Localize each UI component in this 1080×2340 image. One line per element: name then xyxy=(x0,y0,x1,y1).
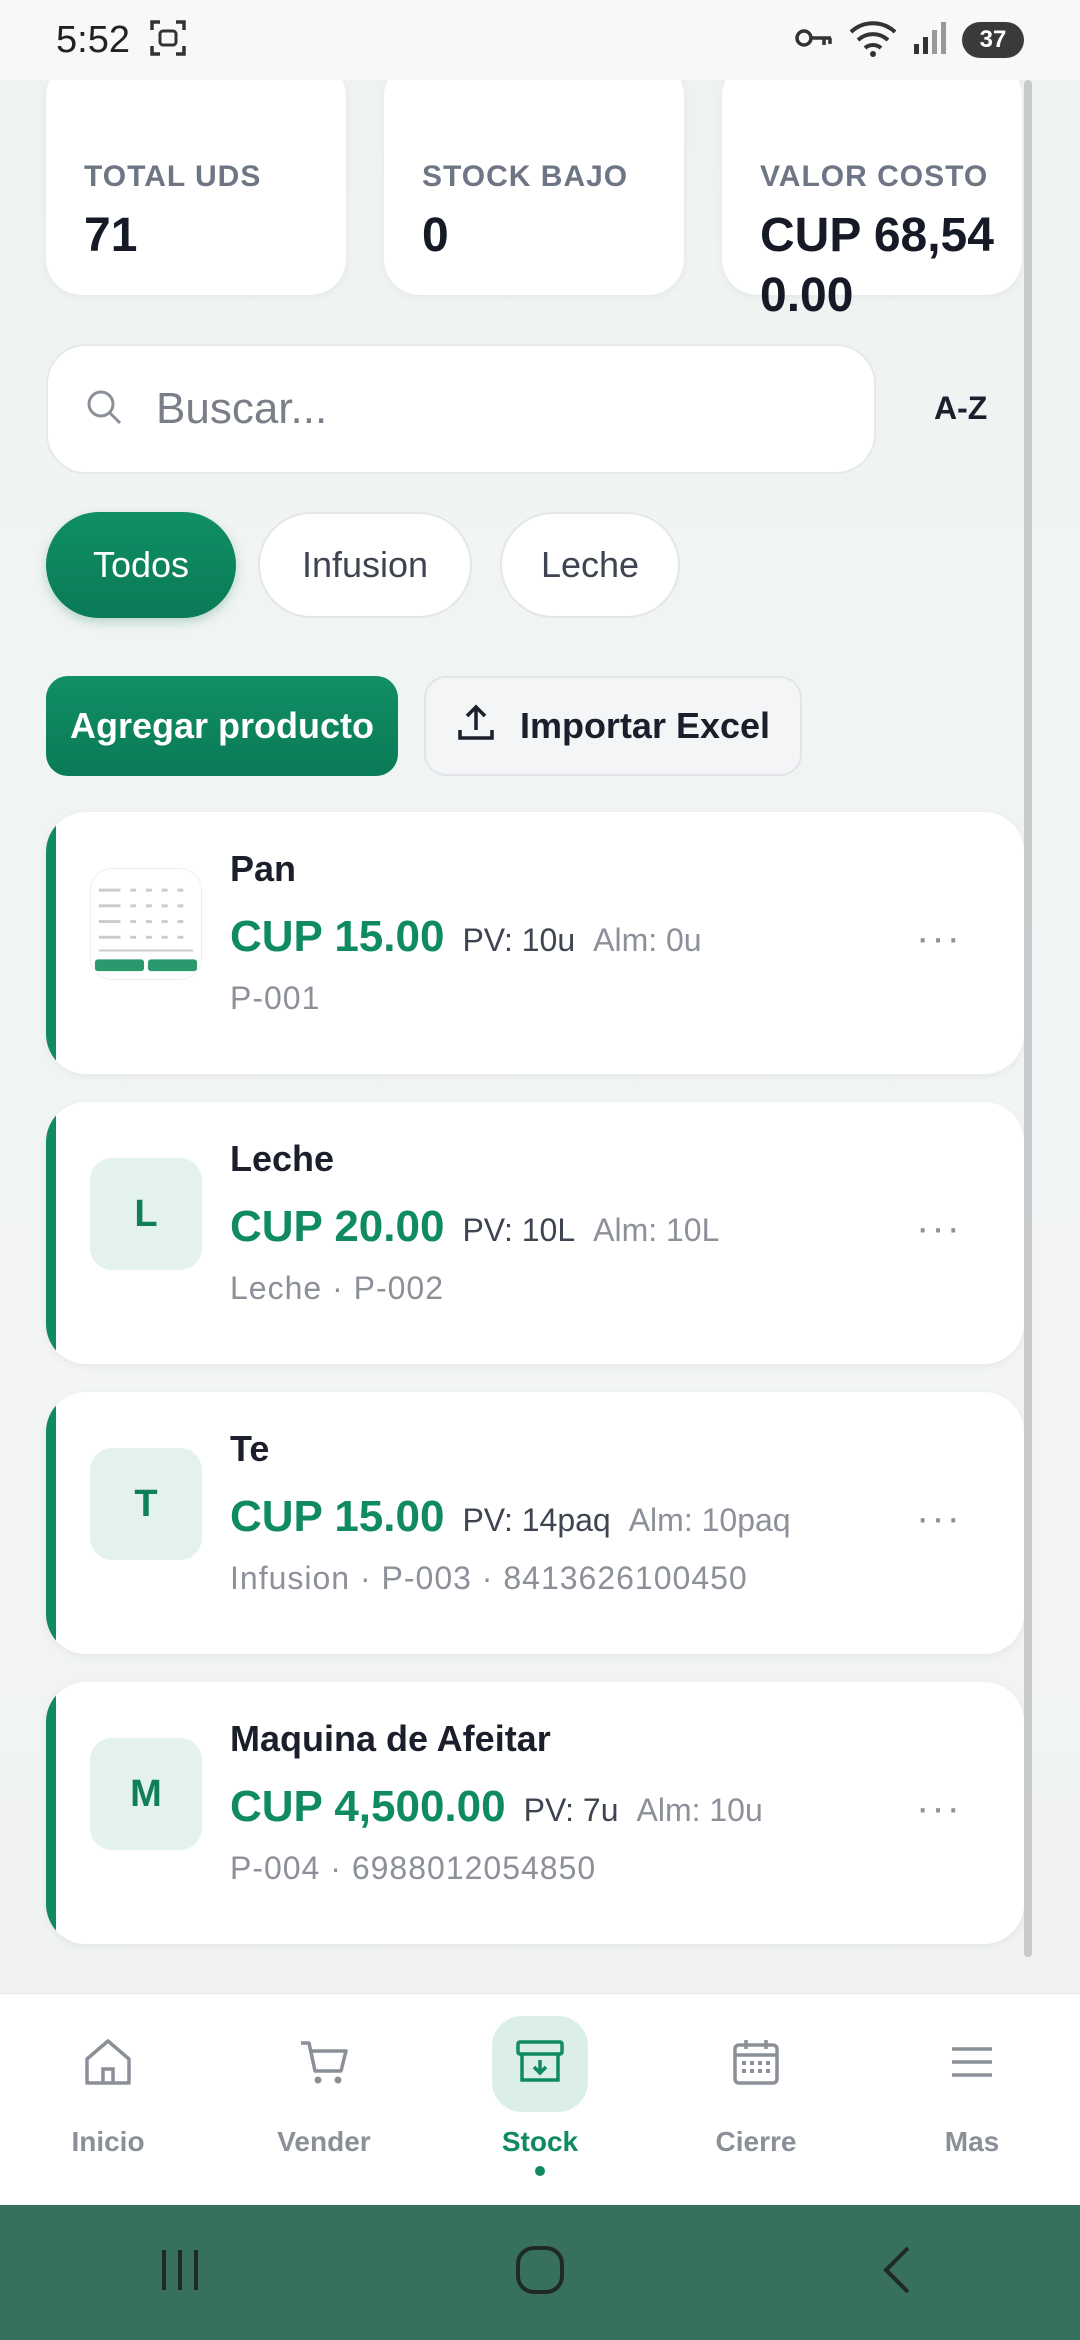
stat-card-total-units: TOTAL UDS 71 xyxy=(46,80,346,295)
nav-item-mas[interactable]: Mas xyxy=(897,2016,1047,2196)
import-excel-label: Importar Excel xyxy=(519,705,771,746)
search-input[interactable] xyxy=(156,384,836,434)
product-initial-avatar: M xyxy=(90,1738,202,1850)
status-time: 5:52 xyxy=(56,18,130,61)
more-options-icon[interactable]: ··· xyxy=(916,1206,962,1251)
stat-value: 71 xyxy=(84,209,138,262)
nav-label: Cierre xyxy=(715,2126,797,2157)
screenshot-icon xyxy=(148,18,188,63)
product-alm: Alm: 0u xyxy=(593,922,702,958)
product-alm: Alm: 10u xyxy=(636,1792,763,1828)
product-card-te[interactable]: T Te CUP 15.00 PV: 14paq Alm: 10paq Infu… xyxy=(46,1392,1024,1654)
stat-card-cost-value: VALOR COSTO CUP 68,540.00 xyxy=(722,80,1022,322)
product-meta: P-004 · 6988012054850 xyxy=(230,1850,597,1886)
product-meta: Infusion · P-003 · 8413626100450 xyxy=(230,1560,748,1596)
archive-icon xyxy=(513,2035,567,2094)
product-alm: Alm: 10L xyxy=(593,1212,720,1248)
more-options-icon[interactable]: ··· xyxy=(916,1496,962,1541)
product-name: Pan xyxy=(230,848,297,889)
product-name: Te xyxy=(230,1428,270,1469)
product-initial-avatar: T xyxy=(90,1448,202,1560)
stat-label: TOTAL UDS xyxy=(84,160,262,193)
product-card-pan[interactable]: Pan CUP 15.00 PV: 10u Alm: 0u P-001 ··· xyxy=(46,812,1024,1074)
product-pv: PV: 14paq xyxy=(462,1502,611,1538)
scrollbar[interactable] xyxy=(1024,80,1032,1957)
product-name: Maquina de Afeitar xyxy=(230,1718,551,1759)
add-product-button[interactable]: Agregar producto xyxy=(46,676,398,776)
back-icon[interactable] xyxy=(870,2240,930,2305)
wifi-icon xyxy=(848,18,898,63)
import-excel-button[interactable]: Importar Excel xyxy=(424,676,802,776)
vpn-key-icon xyxy=(794,23,834,58)
active-indicator-dot xyxy=(535,2166,545,2176)
menu-icon xyxy=(945,2035,999,2094)
filter-chip-infusion[interactable]: Infusion xyxy=(258,512,472,618)
stock-content: TOTAL UDS 71 STOCK BAJO 0 VALOR COSTO CU… xyxy=(0,80,1080,1990)
sort-az-button[interactable]: A-Z xyxy=(934,390,987,427)
nav-item-cierre[interactable]: Cierre xyxy=(681,2016,831,2196)
filter-chip-todos[interactable]: Todos xyxy=(46,512,236,618)
home-button-icon[interactable] xyxy=(510,2240,570,2305)
status-bar: 5:52 37 xyxy=(0,0,1080,80)
cart-icon xyxy=(297,2035,351,2094)
product-pv: PV: 10L xyxy=(462,1212,576,1248)
nav-label: Vender xyxy=(277,2126,371,2157)
product-price: CUP 20.00 xyxy=(230,1202,445,1251)
nav-item-vender[interactable]: Vender xyxy=(249,2016,399,2196)
product-meta: P-001 xyxy=(230,980,321,1016)
stat-value: 0 xyxy=(422,209,449,262)
bottom-navigation: Inicio Vender Stock Cierre Mas xyxy=(0,1993,1080,2205)
product-initial-avatar: L xyxy=(90,1158,202,1270)
product-price: CUP 15.00 xyxy=(230,912,445,961)
product-meta: Leche · P-002 xyxy=(230,1270,445,1306)
filter-chip-leche[interactable]: Leche xyxy=(500,512,680,618)
battery-indicator: 37 xyxy=(962,22,1024,58)
nav-label: Mas xyxy=(944,2126,1000,2157)
nav-label: Stock xyxy=(501,2126,579,2157)
product-card-maquina-de-afeitar[interactable]: M Maquina de Afeitar CUP 4,500.00 PV: 7u… xyxy=(46,1682,1024,1944)
product-card-leche[interactable]: L Leche CUP 20.00 PV: 10L Alm: 10L Leche… xyxy=(46,1102,1024,1364)
calendar-icon xyxy=(729,2035,783,2094)
product-price: CUP 15.00 xyxy=(230,1492,445,1541)
product-alm: Alm: 10paq xyxy=(628,1502,791,1538)
upload-icon xyxy=(456,702,496,751)
nav-item-stock[interactable]: Stock xyxy=(465,2016,615,2196)
signal-icon xyxy=(912,20,948,61)
search-icon xyxy=(84,387,124,432)
recent-apps-icon[interactable] xyxy=(150,2240,210,2305)
product-pv: PV: 7u xyxy=(523,1792,619,1828)
stat-value: CUP 68,540.00 xyxy=(760,209,994,322)
stat-label: VALOR COSTO xyxy=(760,160,989,193)
more-options-icon[interactable]: ··· xyxy=(916,916,962,961)
product-name: Leche xyxy=(230,1138,335,1179)
stat-card-low-stock: STOCK BAJO 0 xyxy=(384,80,684,295)
nav-label: Inicio xyxy=(71,2126,145,2157)
product-price: CUP 4,500.00 xyxy=(230,1782,506,1831)
stat-label: STOCK BAJO xyxy=(422,160,629,193)
more-options-icon[interactable]: ··· xyxy=(916,1786,962,1831)
home-icon xyxy=(81,2035,135,2094)
system-navigation-bar xyxy=(0,2205,1080,2340)
product-image xyxy=(90,868,202,980)
product-pv: PV: 10u xyxy=(462,922,576,958)
nav-item-inicio[interactable]: Inicio xyxy=(33,2016,183,2196)
search-box[interactable] xyxy=(46,344,876,474)
